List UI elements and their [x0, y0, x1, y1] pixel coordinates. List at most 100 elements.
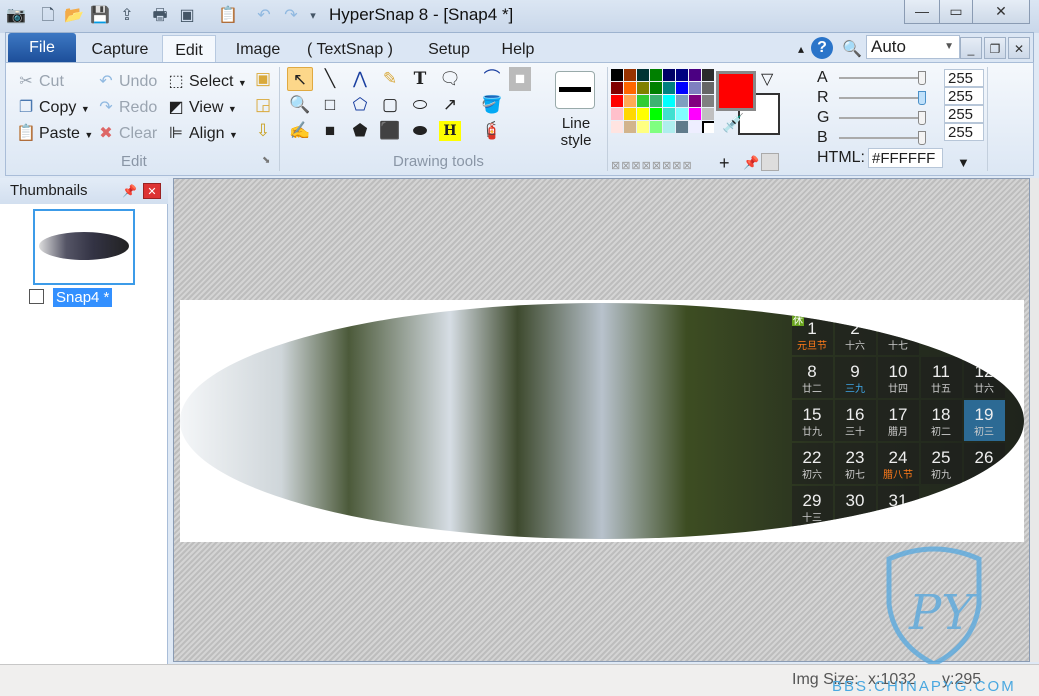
palette-color[interactable]	[637, 69, 649, 81]
palette-color[interactable]	[611, 121, 623, 133]
line-style-button[interactable]	[555, 71, 595, 109]
align-button[interactable]: ⊫ Align ▼	[166, 123, 238, 143]
palette-color[interactable]	[611, 95, 623, 107]
image-canvas[interactable]: 1 元旦节 2 十六 十七 8 廿二 9 三九 10 廿四 11 廿五 12 廿六 15 廿九 16 三十 17 腊月 1…	[173, 178, 1030, 667]
vertical-scrollbar[interactable]	[1030, 178, 1039, 662]
pointer-tool[interactable]: ↖	[287, 67, 313, 91]
zoom-select[interactable]: Auto ▼	[866, 35, 960, 59]
arc-tool[interactable]: ⌒	[479, 67, 505, 91]
palette-color[interactable]	[650, 108, 662, 120]
palette-color[interactable]	[611, 108, 623, 120]
palette-color[interactable]	[624, 95, 636, 107]
palette-color[interactable]	[676, 121, 688, 133]
palette-color[interactable]	[663, 95, 675, 107]
html-color-input[interactable]: #FFFFFF	[868, 148, 943, 168]
palette-color[interactable]	[611, 82, 623, 94]
open-icon[interactable]: 📂	[64, 6, 84, 26]
palette-color[interactable]	[689, 69, 701, 81]
line-tool[interactable]: ╲	[317, 67, 343, 91]
screens-icon[interactable]: ▣	[177, 6, 197, 26]
tab-textsnap[interactable]: ( TextSnap )	[302, 35, 398, 64]
palette-color[interactable]	[676, 108, 688, 120]
filled-ellipse-tool[interactable]: ⬬	[407, 119, 433, 143]
camera-icon[interactable]: 📷	[6, 6, 26, 26]
transparency-icon[interactable]	[761, 153, 779, 171]
save-icon[interactable]: 💾	[90, 6, 110, 26]
palette-color[interactable]	[637, 121, 649, 133]
palette-color[interactable]	[650, 82, 662, 94]
doc-close-button[interactable]: ✕	[1008, 37, 1030, 59]
clipboard-icon[interactable]: 📋	[218, 6, 238, 26]
palette-color[interactable]	[624, 69, 636, 81]
filled-polygon-tool[interactable]: ⬟	[347, 119, 373, 143]
stamp-tool[interactable]: ■	[509, 67, 531, 91]
palette-color[interactable]	[676, 82, 688, 94]
line-style-label[interactable]: Line style	[551, 115, 601, 149]
palette-color[interactable]	[702, 121, 714, 133]
collapse-ribbon-icon[interactable]: ▴	[794, 35, 808, 64]
tab-capture[interactable]: Capture	[84, 35, 156, 64]
blue-input[interactable]: 255	[944, 123, 984, 141]
text-tool[interactable]: T	[407, 67, 433, 91]
maximize-button[interactable]: ▭	[939, 0, 973, 24]
doc-minimize-button[interactable]: _	[960, 37, 982, 59]
palette-color[interactable]	[637, 108, 649, 120]
doc-restore-button[interactable]: ❐	[984, 37, 1006, 59]
custom-colors[interactable]: ⊠⊠⊠⊠⊠⊠⊠⊠	[611, 159, 693, 172]
close-button[interactable]: ✕	[972, 0, 1030, 24]
red-slider-thumb[interactable]	[918, 91, 926, 105]
pencil-tool[interactable]: ✎	[377, 67, 403, 91]
rounded-rect-tool[interactable]: ▢	[377, 93, 403, 117]
minimize-button[interactable]: —	[904, 0, 940, 24]
palette-color[interactable]	[663, 69, 675, 81]
expand-icon[interactable]: ▼	[957, 155, 970, 170]
bring-front-icon[interactable]: ▣	[250, 67, 276, 91]
cut-button[interactable]: ✂ Cut	[16, 71, 64, 91]
green-slider-thumb[interactable]	[918, 111, 926, 125]
blue-slider[interactable]	[839, 137, 923, 139]
tab-image[interactable]: Image	[226, 35, 290, 64]
tab-setup[interactable]: Setup	[416, 35, 482, 64]
palette-color[interactable]	[663, 121, 675, 133]
tab-file[interactable]: File	[8, 33, 76, 62]
new-icon[interactable]: 🗋	[38, 6, 58, 26]
palette-color[interactable]	[650, 95, 662, 107]
dialog-launcher-icon[interactable]: ⬊	[262, 155, 270, 166]
palette-color[interactable]	[702, 95, 714, 107]
green-input[interactable]: 255	[944, 105, 984, 123]
redo-icon[interactable]: ↷	[281, 6, 301, 26]
red-slider[interactable]	[839, 97, 923, 99]
palette-color[interactable]	[611, 69, 623, 81]
pin-icon[interactable]: 📌	[122, 178, 137, 204]
add-color-icon[interactable]: +	[719, 153, 730, 174]
thumbnail-checkbox[interactable]	[29, 289, 44, 304]
filled-rounded-rect-tool[interactable]: ⬛	[377, 119, 403, 143]
print-icon[interactable]: 🖶	[150, 6, 170, 26]
eyedropper-icon[interactable]: 💉	[722, 113, 744, 134]
green-slider[interactable]	[839, 117, 923, 119]
palette-color[interactable]	[689, 121, 701, 133]
tab-edit[interactable]: Edit	[162, 35, 216, 64]
blue-slider-thumb[interactable]	[918, 131, 926, 145]
view-button[interactable]: ◩ View ▼	[166, 97, 236, 117]
pin-icon[interactable]: 📌	[743, 155, 759, 171]
fill-tool[interactable]: 🪣	[479, 93, 505, 117]
palette-color[interactable]	[689, 82, 701, 94]
help-icon[interactable]: ?	[811, 37, 833, 59]
rectangle-tool[interactable]: □	[317, 93, 343, 117]
redo-button[interactable]: ↷ Redo	[96, 97, 157, 117]
select-button[interactable]: ⬚ Select ▼	[166, 71, 246, 91]
polyline-tool[interactable]: ⋀	[347, 67, 373, 91]
palette-color[interactable]	[624, 82, 636, 94]
thumbnail-label[interactable]: Snap4 *	[53, 288, 113, 307]
palette-color[interactable]	[637, 95, 649, 107]
spray-tool[interactable]: 🧯	[479, 119, 505, 143]
alpha-slider-thumb[interactable]	[918, 71, 926, 85]
polygon-tool[interactable]: ⬠	[347, 93, 373, 117]
swap-colors-icon[interactable]: ▽	[761, 69, 773, 89]
callout-tool[interactable]: 🗨	[437, 67, 463, 91]
foreground-color-swatch[interactable]	[716, 71, 756, 111]
palette-color[interactable]	[650, 121, 662, 133]
arrow-tool[interactable]: ↗	[437, 93, 463, 117]
palette-color[interactable]	[702, 82, 714, 94]
